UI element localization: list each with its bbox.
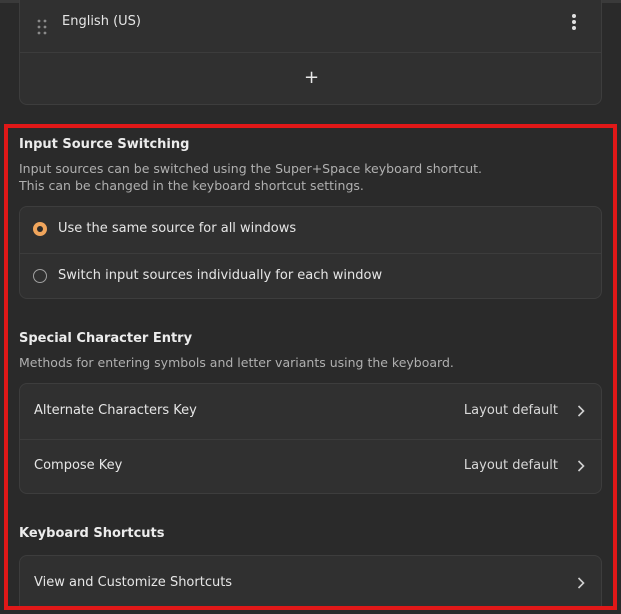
input-source-label: English (US) xyxy=(62,14,141,29)
drag-handle-icon[interactable] xyxy=(37,19,47,35)
more-options-icon[interactable] xyxy=(571,13,577,31)
alternate-characters-key-value: Layout default xyxy=(463,403,558,418)
alternate-characters-key-label: Alternate Characters Key xyxy=(34,403,197,418)
view-customize-shortcuts-row[interactable]: View and Customize Shortcuts xyxy=(20,556,601,610)
input-switching-desc-line2: This can be changed in the keyboard shor… xyxy=(19,178,364,193)
compose-key-value: Layout default xyxy=(463,458,558,473)
radio-per-window[interactable] xyxy=(33,269,47,283)
radio-same-source[interactable] xyxy=(33,222,47,236)
switching-options-card: Use the same source for all windows Swit… xyxy=(19,206,602,299)
add-icon: + xyxy=(304,67,320,88)
compose-key-label: Compose Key xyxy=(34,458,123,473)
option-same-source-label: Use the same source for all windows xyxy=(58,221,297,236)
chevron-right-icon xyxy=(577,577,585,589)
alternate-characters-key-row[interactable]: Alternate Characters Key Layout default xyxy=(20,384,601,439)
compose-key-row[interactable]: Compose Key Layout default xyxy=(20,440,601,495)
shortcuts-card: View and Customize Shortcuts xyxy=(19,555,602,609)
add-input-source-button[interactable]: + xyxy=(20,53,601,105)
chevron-right-icon xyxy=(577,405,585,417)
input-switching-desc-line1: Input sources can be switched using the … xyxy=(19,161,482,176)
special-chars-desc: Methods for entering symbols and letter … xyxy=(19,355,454,370)
input-switching-title: Input Source Switching xyxy=(19,137,190,152)
input-source-row-english[interactable]: English (US) xyxy=(20,1,601,52)
chevron-right-icon xyxy=(577,460,585,472)
special-chars-card: Alternate Characters Key Layout default … xyxy=(19,383,602,494)
view-customize-shortcuts-label: View and Customize Shortcuts xyxy=(34,575,233,590)
special-chars-title: Special Character Entry xyxy=(19,331,193,346)
option-per-window-label: Switch input sources individually for ea… xyxy=(58,268,383,283)
input-sources-card: English (US) + xyxy=(19,0,602,105)
option-per-window[interactable]: Switch input sources individually for ea… xyxy=(20,254,601,300)
shortcuts-title: Keyboard Shortcuts xyxy=(19,526,165,541)
option-same-source[interactable]: Use the same source for all windows xyxy=(20,207,601,253)
